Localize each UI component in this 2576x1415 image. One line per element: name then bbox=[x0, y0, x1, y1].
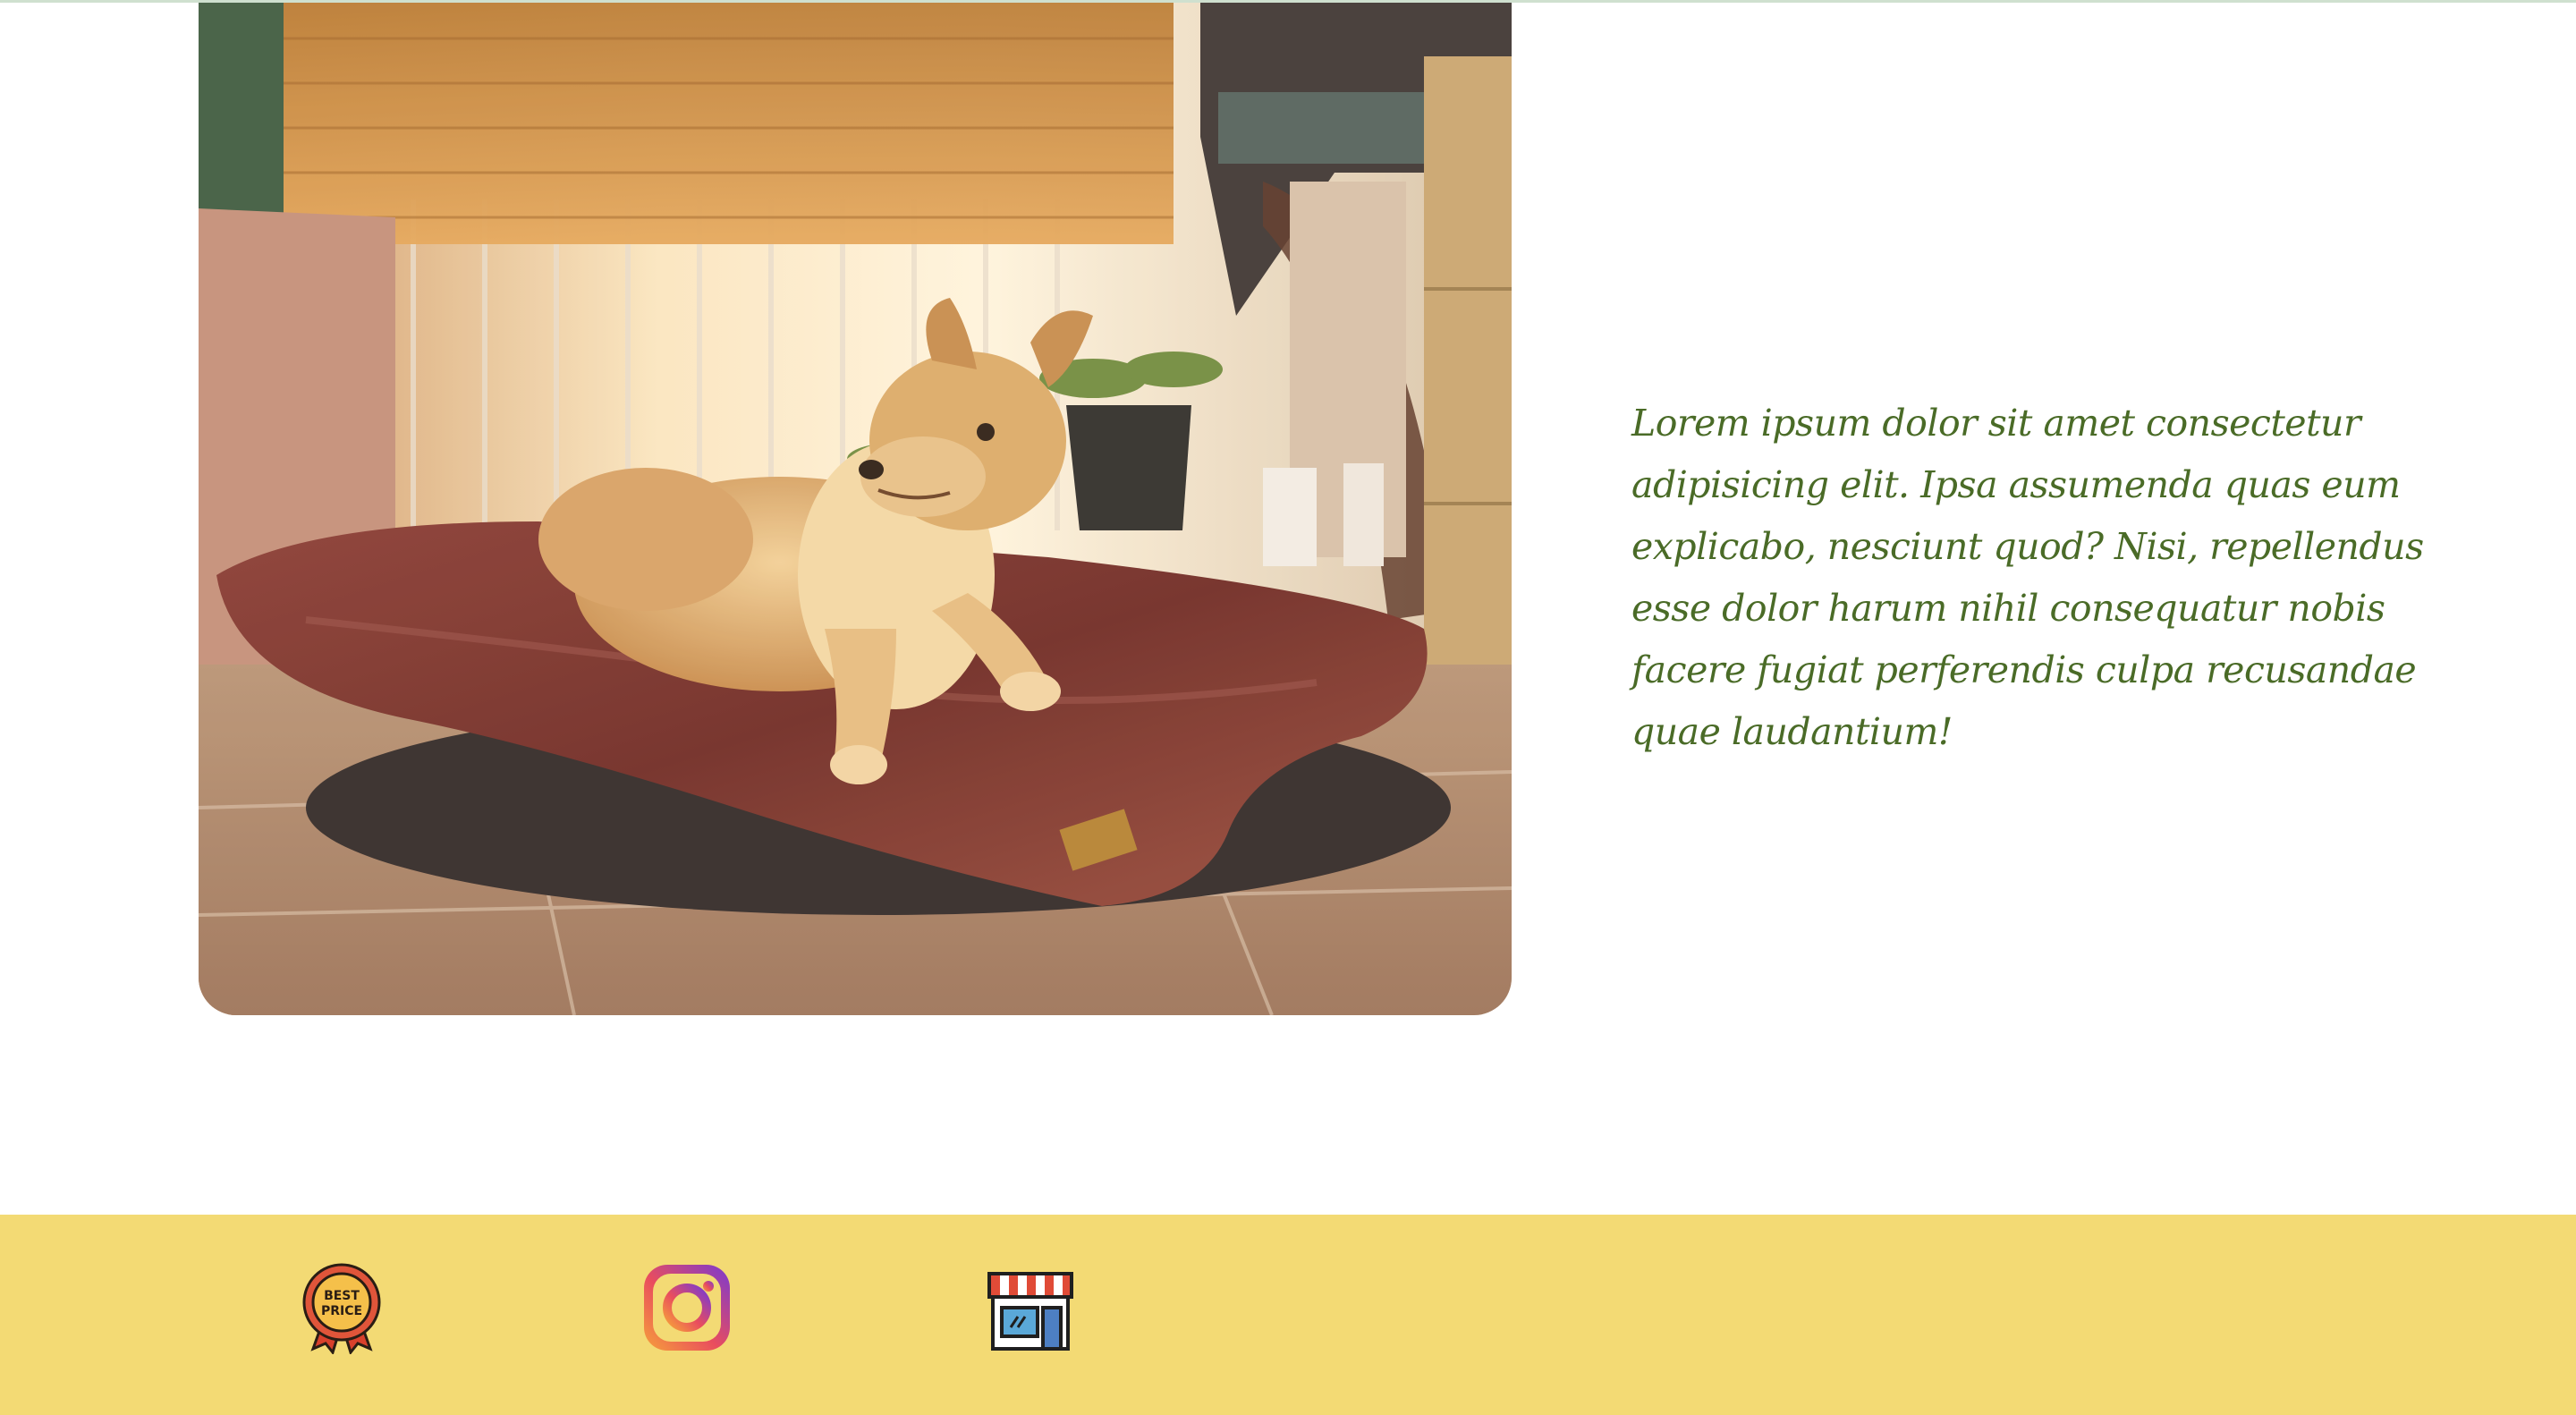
hero-photo bbox=[199, 3, 1512, 1015]
store-icon[interactable] bbox=[984, 1261, 1077, 1354]
footer: BEST PRICE bbox=[0, 1215, 2576, 1415]
intro-text: Lorem ipsum dolor sit amet consectetur a… bbox=[1631, 402, 2424, 753]
instagram-icon[interactable] bbox=[640, 1261, 733, 1354]
best-price-badge-icon[interactable]: BEST PRICE bbox=[295, 1261, 388, 1354]
best-price-line-1: BEST bbox=[324, 1289, 360, 1303]
page: Lorem ipsum dolor sit amet consectetur a… bbox=[0, 0, 2576, 1415]
best-price-line-2: PRICE bbox=[321, 1304, 362, 1318]
